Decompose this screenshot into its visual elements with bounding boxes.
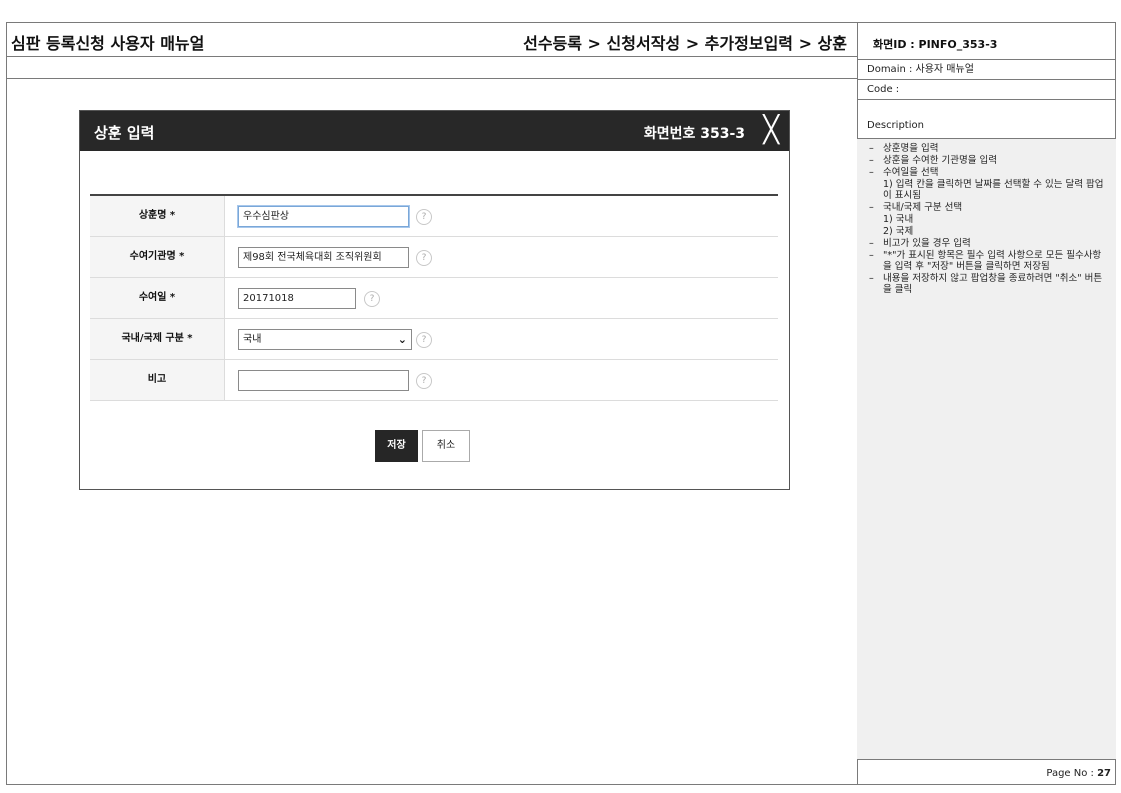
description-item: – 내용을 저장하지 않고 팝업창을 종료하려면 "취소" 버튼을 클릭: [869, 273, 1103, 295]
description-item: – 상훈을 수여한 기관명을 입력: [869, 155, 997, 166]
remarks-input[interactable]: [238, 370, 409, 391]
domain-row: Domain : 사용자 매뉴얼: [857, 60, 1116, 80]
help-icon[interactable]: ?: [416, 250, 432, 266]
form-row-award-date: 수여일 * 20171018 ?: [90, 278, 778, 319]
award-name-input[interactable]: 우수심판상: [238, 206, 409, 227]
form-row-scope: 국내/국제 구분 * 국내 ⌄ ?: [90, 319, 778, 360]
page-number: Page No : 27: [1046, 768, 1111, 779]
save-button[interactable]: 저장: [375, 430, 418, 462]
description-label: Description: [867, 120, 924, 131]
award-name-label: 상훈명 *: [90, 196, 225, 236]
institution-input[interactable]: 제98회 전국체육대회 조직위원회: [238, 247, 409, 268]
description-subitem: 2) 국제: [883, 226, 914, 237]
description-subitem: 1) 국내: [883, 214, 914, 225]
scope-selected-value: 국내: [243, 334, 262, 345]
help-icon[interactable]: ?: [416, 332, 432, 348]
award-date-label: 수여일 *: [90, 278, 225, 318]
breadcrumb: 선수등록 > 신청서작성 > 추가정보입력 > 상훈: [523, 34, 847, 53]
description-item: – "*"가 표시된 항목은 필수 입력 사항으로 모든 필수사항을 입력 후 "…: [869, 250, 1102, 272]
cancel-button[interactable]: 취소: [422, 430, 470, 462]
description-subitem: 1) 입력 칸을 클릭하면 날짜를 선택할 수 있는 달력 팝업이 표시됨: [883, 179, 1104, 201]
form-row-remarks: 비고 ?: [90, 360, 778, 401]
award-form: 상훈명 * 우수심판상 ? 수여기관명 * 제98회 전국체육대회 조직위원회 …: [90, 194, 778, 401]
description-item: – 수여일을 선택: [869, 167, 939, 178]
document-title: 심판 등록신청 사용자 매뉴얼: [11, 34, 205, 53]
screen-id-box: 화면ID : PINFO_353-3: [857, 22, 1116, 60]
header-subbar: [7, 57, 857, 79]
description-item: – 상훈명을 입력: [869, 143, 939, 154]
help-icon[interactable]: ?: [416, 209, 432, 225]
institution-label: 수여기관명 *: [90, 237, 225, 277]
form-row-institution: 수여기관명 * 제98회 전국체육대회 조직위원회 ?: [90, 237, 778, 278]
form-row-award-name: 상훈명 * 우수심판상 ?: [90, 196, 778, 237]
award-date-input[interactable]: 20171018: [238, 288, 356, 309]
description-panel: – 상훈명을 입력 – 상훈을 수여한 기관명을 입력 – 수여일을 선택 1) 입력…: [857, 138, 1116, 760]
document-header: 심판 등록신청 사용자 매뉴얼 선수등록 > 신청서작성 > 추가정보입력 > …: [7, 22, 857, 57]
remarks-label: 비고: [90, 360, 225, 400]
scope-label: 국내/국제 구분 *: [90, 319, 225, 359]
scope-select[interactable]: 국내 ⌄: [238, 329, 412, 350]
close-icon[interactable]: ╳: [763, 117, 779, 143]
modal-title: 상훈 입력: [94, 124, 155, 142]
screen-id: 화면ID : PINFO_353-3: [873, 38, 998, 51]
description-item: – 비고가 있을 경우 입력: [869, 238, 971, 249]
help-icon[interactable]: ?: [364, 291, 380, 307]
help-icon[interactable]: ?: [416, 373, 432, 389]
modal-header: 상훈 입력 화면번호 353-3 ╳: [80, 111, 789, 151]
modal-screen-number: 화면번호 353-3: [643, 126, 745, 142]
code-row: Code :: [857, 80, 1116, 100]
chevron-down-icon: ⌄: [397, 333, 407, 346]
description-item: – 국내/국제 구분 선택: [869, 202, 963, 213]
award-input-modal: 상훈 입력 화면번호 353-3 ╳ 상훈명 * 우수심판상 ? 수여기관명 *…: [79, 110, 790, 490]
